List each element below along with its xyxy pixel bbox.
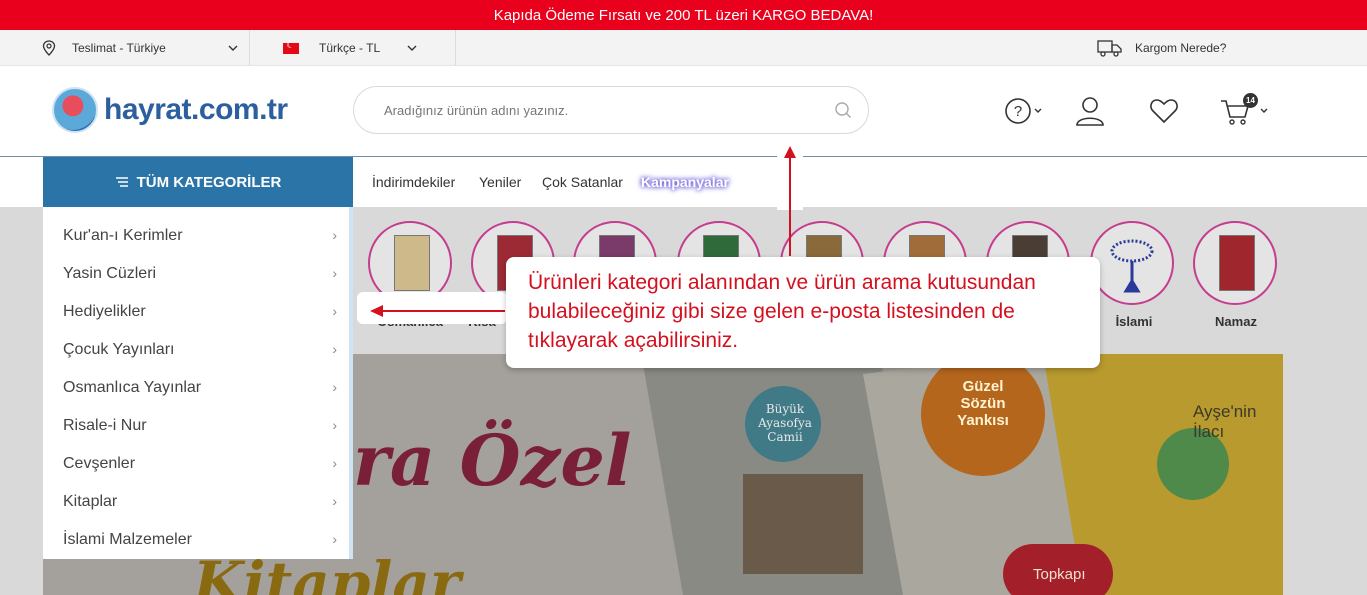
menu-lines-icon <box>115 177 128 187</box>
promo-bar: Kapıda Ödeme Fırsatı ve 200 TL üzeri KAR… <box>0 0 1367 30</box>
turkey-flag-icon <box>283 40 299 54</box>
category-menu-item[interactable]: Kur'an-ı Kerimler › <box>63 217 343 255</box>
chevron-down-icon <box>407 45 417 51</box>
category-menu-label: Risale-i Nur <box>63 417 147 434</box>
category-menu-label: Çocuk Yayınları <box>63 341 175 358</box>
search-icon[interactable] <box>834 101 852 119</box>
chevron-right-icon: › <box>332 455 337 471</box>
delivery-selector[interactable]: Teslimat - Türkiye <box>42 30 238 66</box>
nav-link-bestsellers[interactable]: Çok Satanlar <box>542 174 623 190</box>
nav-link-new[interactable]: Yeniler <box>479 174 521 190</box>
help-icon[interactable]: ? <box>1004 96 1044 126</box>
category-circle[interactable] <box>1090 221 1174 305</box>
all-categories-button[interactable]: TÜM KATEGORİLER <box>43 157 353 207</box>
favorites-heart-icon[interactable] <box>1149 96 1179 126</box>
category-menu-label: Kur'an-ı Kerimler <box>63 227 183 244</box>
annotation-callout: Ürünleri kategori alanından ve ürün aram… <box>506 257 1100 368</box>
category-menu: Kur'an-ı Kerimler › Yasin Cüzleri › Hediyeli… <box>43 207 353 559</box>
category-menu-label: Yasin Cüzleri <box>63 265 157 282</box>
category-menu-item[interactable]: Cevşenler › <box>63 445 343 483</box>
all-categories-label: TÜM KATEGORİLER <box>136 173 282 191</box>
chevron-right-icon: › <box>332 417 337 433</box>
chevron-down-icon <box>228 45 238 51</box>
language-selector[interactable]: Türkçe - TL <box>283 30 417 66</box>
cart-button[interactable]: 14 <box>1220 93 1272 126</box>
chevron-right-icon: › <box>332 493 337 509</box>
chevron-right-icon: › <box>332 531 337 547</box>
cargo-label: Kargom Nerede? <box>1135 41 1227 55</box>
logo-emblem-icon <box>52 87 98 133</box>
category-menu-label: Osmanlıca Yayınlar <box>63 379 202 396</box>
main-nav: TÜM KATEGORİLER İndirimdekiler Yeniler Ç… <box>0 157 1367 207</box>
delivery-label: Teslimat - Türkiye <box>72 41 166 55</box>
callout-text: Ürünleri kategori alanından ve ürün aram… <box>528 271 1036 352</box>
chevron-right-icon: › <box>332 341 337 357</box>
logo-text: hayrat.com.tr <box>104 93 288 126</box>
top-utility-bar: Teslimat - Türkiye Türkçe - TL Kargom Ne… <box>0 30 1367 66</box>
book-title: Topkapı <box>1033 566 1086 583</box>
nav-link-discounts[interactable]: İndirimdekiler <box>372 174 455 190</box>
cargo-tracking-link[interactable]: Kargom Nerede? <box>1097 30 1226 66</box>
category-menu-label: Kitaplar <box>63 493 118 510</box>
chevron-right-icon: › <box>332 303 337 319</box>
chevron-right-icon: › <box>332 227 337 243</box>
site-header: hayrat.com.tr Aradığınız ürünün adını ya… <box>0 66 1367 157</box>
nav-link-campaigns[interactable]: Kampanyalar <box>641 174 729 190</box>
chevron-right-icon: › <box>332 265 337 281</box>
user-account-icon[interactable] <box>1075 96 1105 126</box>
location-pin-icon <box>42 40 56 56</box>
category-menu-item[interactable]: Kitaplar › <box>63 483 343 521</box>
book-title: Büyük Ayasofya Camii <box>758 402 812 444</box>
category-menu-item[interactable]: İslami Malzemeler › <box>63 521 343 559</box>
category-menu-label: Hediyelikler <box>63 303 146 320</box>
highlight-strip <box>777 150 803 210</box>
category-menu-label: Cevşenler <box>63 455 136 472</box>
category-circle[interactable] <box>1193 221 1277 305</box>
search-placeholder: Aradığınız ürünün adını yazınız. <box>384 102 569 118</box>
book-title: Ayşe'nin İlacı <box>1193 402 1257 441</box>
prayer-beads-icon <box>1110 239 1154 293</box>
language-label: Türkçe - TL <box>319 41 381 55</box>
category-menu-item[interactable]: Yasin Cüzleri › <box>63 255 343 293</box>
chevron-right-icon: › <box>332 379 337 395</box>
cart-count-badge: 14 <box>1243 93 1258 108</box>
svg-text:?: ? <box>1014 103 1022 120</box>
category-menu-item[interactable]: Hediyelikler › <box>63 293 343 331</box>
search-input[interactable]: Aradığınız ürünün adını yazınız. <box>353 86 869 134</box>
category-menu-item[interactable]: Osmanlıca Yayınlar › <box>63 369 343 407</box>
book-title: Güzel Sözün Yankısı <box>957 378 1009 429</box>
category-menu-item[interactable]: Çocuk Yayınları › <box>63 331 343 369</box>
promo-text: Kapıda Ödeme Fırsatı ve 200 TL üzeri KAR… <box>493 6 874 24</box>
site-logo[interactable]: hayrat.com.tr <box>52 87 288 133</box>
category-menu-label: İslami Malzemeler <box>63 531 192 548</box>
highlight-box <box>357 292 507 324</box>
truck-icon <box>1097 40 1122 57</box>
banner-headline: ra Özel <box>353 419 632 502</box>
category-menu-item[interactable]: Risale-i Nur › <box>63 407 343 445</box>
circle-label: Namaz <box>1215 314 1257 329</box>
